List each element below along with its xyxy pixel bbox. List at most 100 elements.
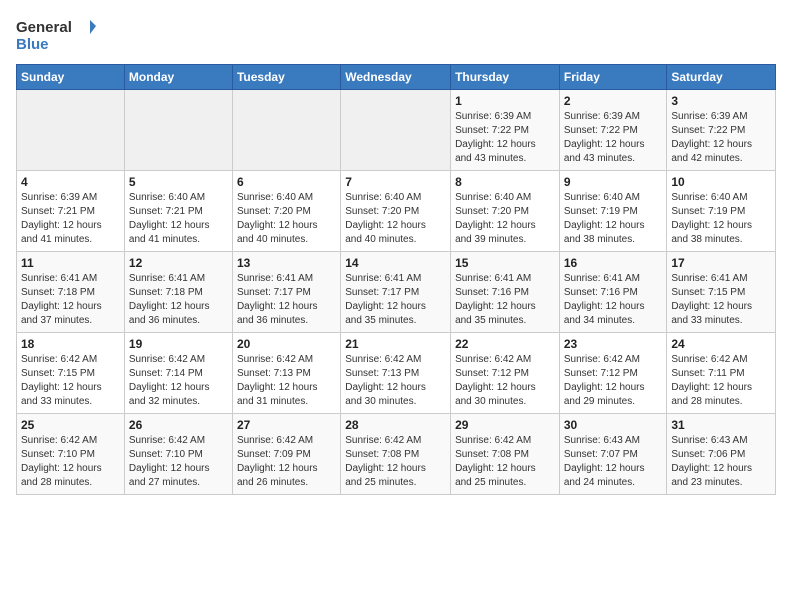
day-number-24: 24 bbox=[671, 337, 771, 351]
day-info-12: Sunrise: 6:41 AMSunset: 7:18 PMDaylight:… bbox=[129, 272, 228, 328]
day-number-29: 29 bbox=[455, 418, 555, 432]
day-info-17: Sunrise: 6:41 AMSunset: 7:15 PMDaylight:… bbox=[671, 272, 771, 328]
day-cell-20: 20 Sunrise: 6:42 AMSunset: 7:13 PMDayligh… bbox=[232, 333, 340, 414]
day-info-23: Sunrise: 6:42 AMSunset: 7:12 PMDaylight:… bbox=[564, 353, 663, 409]
empty-cell bbox=[341, 90, 451, 171]
day-number-1: 1 bbox=[455, 94, 555, 108]
header-day-wednesday: Wednesday bbox=[341, 65, 451, 90]
day-cell-27: 27 Sunrise: 6:42 AMSunset: 7:09 PMDayligh… bbox=[232, 414, 340, 495]
day-cell-30: 30 Sunrise: 6:43 AMSunset: 7:07 PMDayligh… bbox=[559, 414, 667, 495]
empty-cell bbox=[124, 90, 232, 171]
day-cell-26: 26 Sunrise: 6:42 AMSunset: 7:10 PMDayligh… bbox=[124, 414, 232, 495]
day-cell-24: 24 Sunrise: 6:42 AMSunset: 7:11 PMDayligh… bbox=[667, 333, 776, 414]
day-number-6: 6 bbox=[237, 175, 336, 189]
day-cell-31: 31 Sunrise: 6:43 AMSunset: 7:06 PMDayligh… bbox=[667, 414, 776, 495]
day-number-25: 25 bbox=[21, 418, 120, 432]
calendar: SundayMondayTuesdayWednesdayThursdayFrid… bbox=[16, 64, 776, 495]
day-cell-8: 8Sunrise: 6:40 AMSunset: 7:20 PMDaylight… bbox=[451, 171, 560, 252]
day-info-24: Sunrise: 6:42 AMSunset: 7:11 PMDaylight:… bbox=[671, 353, 771, 409]
day-info-6: Sunrise: 6:40 AMSunset: 7:20 PMDaylight:… bbox=[237, 191, 336, 247]
day-info-30: Sunrise: 6:43 AMSunset: 7:07 PMDaylight:… bbox=[564, 434, 663, 490]
day-info-4: Sunrise: 6:39 AMSunset: 7:21 PMDaylight:… bbox=[21, 191, 120, 247]
day-cell-12: 12 Sunrise: 6:41 AMSunset: 7:18 PMDayligh… bbox=[124, 252, 232, 333]
day-cell-19: 19 Sunrise: 6:42 AMSunset: 7:14 PMDayligh… bbox=[124, 333, 232, 414]
day-cell-18: 18 Sunrise: 6:42 AMSunset: 7:15 PMDayligh… bbox=[17, 333, 125, 414]
empty-cell bbox=[17, 90, 125, 171]
day-number-17: 17 bbox=[671, 256, 771, 270]
day-info-3: Sunrise: 6:39 AMSunset: 7:22 PMDaylight:… bbox=[671, 110, 771, 166]
calendar-header-row: SundayMondayTuesdayWednesdayThursdayFrid… bbox=[17, 65, 776, 90]
day-number-15: 15 bbox=[455, 256, 555, 270]
day-number-3: 3 bbox=[671, 94, 771, 108]
day-info-19: Sunrise: 6:42 AMSunset: 7:14 PMDaylight:… bbox=[129, 353, 228, 409]
header: General Blue bbox=[16, 16, 776, 54]
day-number-26: 26 bbox=[129, 418, 228, 432]
logo: General Blue bbox=[16, 16, 96, 54]
day-info-27: Sunrise: 6:42 AMSunset: 7:09 PMDaylight:… bbox=[237, 434, 336, 490]
day-info-9: Sunrise: 6:40 AMSunset: 7:19 PMDaylight:… bbox=[564, 191, 663, 247]
header-day-tuesday: Tuesday bbox=[232, 65, 340, 90]
day-info-11: Sunrise: 6:41 AMSunset: 7:18 PMDaylight:… bbox=[21, 272, 120, 328]
header-day-thursday: Thursday bbox=[451, 65, 560, 90]
day-number-16: 16 bbox=[564, 256, 663, 270]
week-row-1: 1 Sunrise: 6:39 AMSunset: 7:22 PMDaylight… bbox=[17, 90, 776, 171]
svg-text:General: General bbox=[16, 19, 72, 36]
day-cell-25: 25 Sunrise: 6:42 AMSunset: 7:10 PMDayligh… bbox=[17, 414, 125, 495]
day-cell-17: 17 Sunrise: 6:41 AMSunset: 7:15 PMDayligh… bbox=[667, 252, 776, 333]
day-info-16: Sunrise: 6:41 AMSunset: 7:16 PMDaylight:… bbox=[564, 272, 663, 328]
week-row-3: 11Sunrise: 6:41 AMSunset: 7:18 PMDayligh… bbox=[17, 252, 776, 333]
day-number-12: 12 bbox=[129, 256, 228, 270]
day-cell-22: 22 Sunrise: 6:42 AMSunset: 7:12 PMDayligh… bbox=[451, 333, 560, 414]
day-number-14: 14 bbox=[345, 256, 446, 270]
day-number-9: 9 bbox=[564, 175, 663, 189]
day-cell-6: 6 Sunrise: 6:40 AMSunset: 7:20 PMDaylight… bbox=[232, 171, 340, 252]
day-number-30: 30 bbox=[564, 418, 663, 432]
empty-cell bbox=[232, 90, 340, 171]
day-cell-29: 29Sunrise: 6:42 AMSunset: 7:08 PMDayligh… bbox=[451, 414, 560, 495]
day-info-18: Sunrise: 6:42 AMSunset: 7:15 PMDaylight:… bbox=[21, 353, 120, 409]
day-number-20: 20 bbox=[237, 337, 336, 351]
day-info-25: Sunrise: 6:42 AMSunset: 7:10 PMDaylight:… bbox=[21, 434, 120, 490]
day-cell-4: 4 Sunrise: 6:39 AMSunset: 7:21 PMDaylight… bbox=[17, 171, 125, 252]
day-cell-10: 10Sunrise: 6:40 AMSunset: 7:19 PMDayligh… bbox=[667, 171, 776, 252]
day-number-21: 21 bbox=[345, 337, 446, 351]
day-cell-14: 14 Sunrise: 6:41 AMSunset: 7:17 PMDayligh… bbox=[341, 252, 451, 333]
week-row-4: 18 Sunrise: 6:42 AMSunset: 7:15 PMDayligh… bbox=[17, 333, 776, 414]
day-cell-11: 11Sunrise: 6:41 AMSunset: 7:18 PMDayligh… bbox=[17, 252, 125, 333]
day-number-27: 27 bbox=[237, 418, 336, 432]
day-info-5: Sunrise: 6:40 AMSunset: 7:21 PMDaylight:… bbox=[129, 191, 228, 247]
day-info-26: Sunrise: 6:42 AMSunset: 7:10 PMDaylight:… bbox=[129, 434, 228, 490]
day-number-28: 28 bbox=[345, 418, 446, 432]
day-number-22: 22 bbox=[455, 337, 555, 351]
week-row-2: 4 Sunrise: 6:39 AMSunset: 7:21 PMDaylight… bbox=[17, 171, 776, 252]
day-info-10: Sunrise: 6:40 AMSunset: 7:19 PMDaylight:… bbox=[671, 191, 771, 247]
day-number-7: 7 bbox=[345, 175, 446, 189]
day-info-2: Sunrise: 6:39 AMSunset: 7:22 PMDaylight:… bbox=[564, 110, 663, 166]
day-cell-2: 2 Sunrise: 6:39 AMSunset: 7:22 PMDaylight… bbox=[559, 90, 667, 171]
day-info-31: Sunrise: 6:43 AMSunset: 7:06 PMDaylight:… bbox=[671, 434, 771, 490]
day-cell-1: 1 Sunrise: 6:39 AMSunset: 7:22 PMDaylight… bbox=[451, 90, 560, 171]
day-info-7: Sunrise: 6:40 AMSunset: 7:20 PMDaylight:… bbox=[345, 191, 446, 247]
day-number-19: 19 bbox=[129, 337, 228, 351]
header-day-saturday: Saturday bbox=[667, 65, 776, 90]
header-day-monday: Monday bbox=[124, 65, 232, 90]
day-info-14: Sunrise: 6:41 AMSunset: 7:17 PMDaylight:… bbox=[345, 272, 446, 328]
day-number-5: 5 bbox=[129, 175, 228, 189]
day-info-1: Sunrise: 6:39 AMSunset: 7:22 PMDaylight:… bbox=[455, 110, 555, 166]
day-cell-5: 5 Sunrise: 6:40 AMSunset: 7:21 PMDaylight… bbox=[124, 171, 232, 252]
day-number-31: 31 bbox=[671, 418, 771, 432]
day-cell-21: 21Sunrise: 6:42 AMSunset: 7:13 PMDayligh… bbox=[341, 333, 451, 414]
day-cell-16: 16 Sunrise: 6:41 AMSunset: 7:16 PMDayligh… bbox=[559, 252, 667, 333]
day-cell-13: 13Sunrise: 6:41 AMSunset: 7:17 PMDayligh… bbox=[232, 252, 340, 333]
day-info-28: Sunrise: 6:42 AMSunset: 7:08 PMDaylight:… bbox=[345, 434, 446, 490]
day-number-13: 13 bbox=[237, 256, 336, 270]
day-number-18: 18 bbox=[21, 337, 120, 351]
day-info-20: Sunrise: 6:42 AMSunset: 7:13 PMDaylight:… bbox=[237, 353, 336, 409]
header-day-friday: Friday bbox=[559, 65, 667, 90]
day-number-4: 4 bbox=[21, 175, 120, 189]
svg-text:Blue: Blue bbox=[16, 36, 49, 53]
day-number-2: 2 bbox=[564, 94, 663, 108]
day-info-22: Sunrise: 6:42 AMSunset: 7:12 PMDaylight:… bbox=[455, 353, 555, 409]
day-cell-23: 23Sunrise: 6:42 AMSunset: 7:12 PMDayligh… bbox=[559, 333, 667, 414]
day-cell-28: 28 Sunrise: 6:42 AMSunset: 7:08 PMDayligh… bbox=[341, 414, 451, 495]
